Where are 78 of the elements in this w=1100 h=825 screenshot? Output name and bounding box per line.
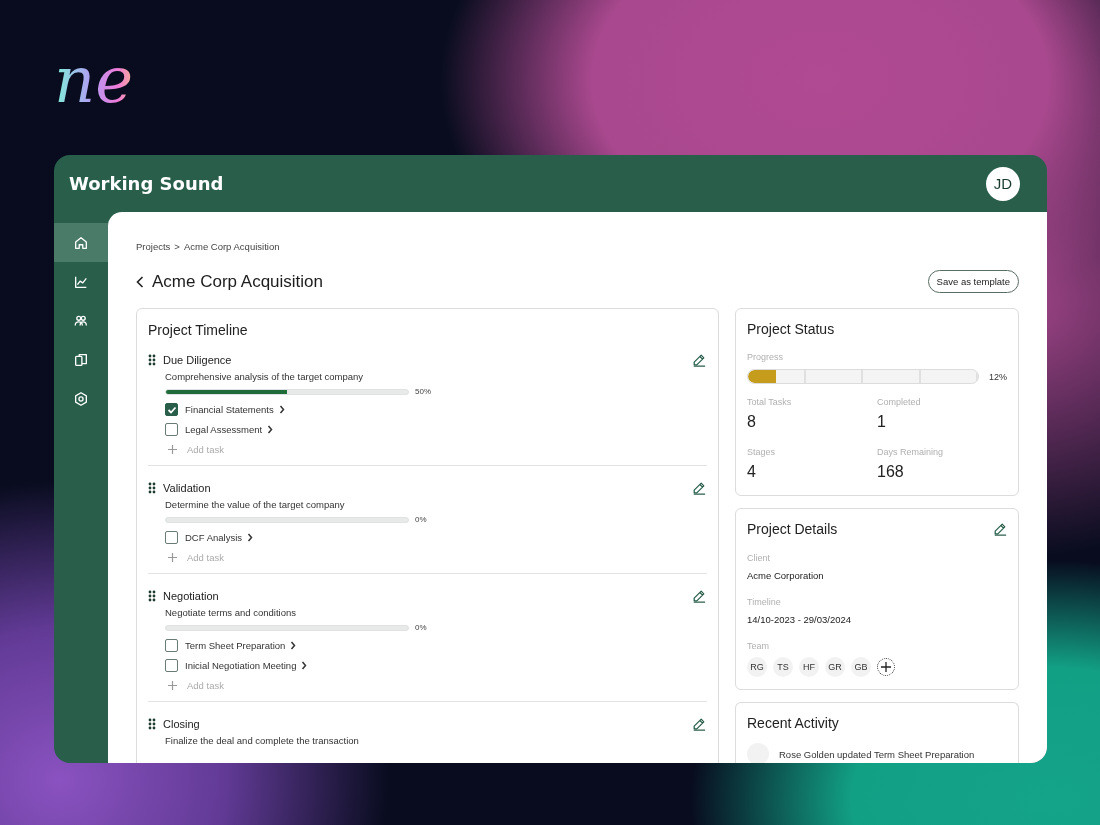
plus-icon bbox=[881, 662, 891, 672]
plus-icon bbox=[168, 681, 177, 690]
team-member-avatar[interactable]: GR bbox=[825, 657, 845, 677]
edit-icon[interactable] bbox=[993, 522, 1007, 536]
team-member-avatar[interactable]: RG bbox=[747, 657, 767, 677]
field-label: Timeline bbox=[747, 597, 782, 607]
stage-description: Negotiate terms and conditions bbox=[165, 607, 297, 618]
breadcrumb-separator: > bbox=[174, 241, 180, 252]
task-checkbox[interactable] bbox=[165, 403, 178, 416]
stat-label: Completed bbox=[877, 397, 922, 407]
task-label[interactable]: Term Sheet Preparation bbox=[185, 640, 286, 651]
stat-value: 4 bbox=[747, 463, 757, 481]
sidebar-item[interactable] bbox=[54, 223, 108, 262]
stat-value: 168 bbox=[877, 463, 905, 481]
field-label: Team bbox=[747, 641, 770, 651]
stage-description: Finalize the deal and complete the transaction bbox=[165, 735, 360, 746]
task-label[interactable]: DCF Analysis bbox=[185, 532, 242, 543]
progress-percent: 50% bbox=[415, 387, 431, 396]
drag-handle-icon[interactable] bbox=[148, 482, 156, 494]
stat-value: 8 bbox=[747, 413, 757, 431]
drag-handle-icon[interactable] bbox=[148, 354, 156, 366]
drag-handle-icon[interactable] bbox=[148, 718, 156, 730]
card-title: Project Status bbox=[747, 321, 836, 337]
task-checkbox[interactable] bbox=[165, 423, 178, 436]
card-title: Project Timeline bbox=[148, 322, 249, 338]
drag-handle-icon[interactable] bbox=[148, 590, 156, 602]
card-title: Project Details bbox=[747, 521, 838, 537]
documents-icon bbox=[73, 351, 89, 368]
stat-label: Total Tasks bbox=[747, 397, 793, 407]
breadcrumb-link[interactable]: Projects bbox=[136, 241, 171, 252]
progress-percent: 12% bbox=[989, 371, 1007, 382]
stat-value: 1 bbox=[877, 413, 887, 431]
task-label[interactable]: Inicial Negotiation Meeting bbox=[185, 660, 297, 671]
edit-icon[interactable] bbox=[692, 589, 706, 603]
plus-icon bbox=[168, 553, 177, 562]
task-label[interactable]: Financial Statements bbox=[185, 404, 274, 415]
save-template-button[interactable]: Save as template bbox=[927, 270, 1019, 293]
stage-name: Validation bbox=[163, 482, 211, 494]
field-value: 14/10-2023 - 29/03/2024 bbox=[747, 614, 853, 625]
team-member-avatar[interactable]: TS bbox=[773, 657, 793, 677]
progress-percent: 0% bbox=[415, 623, 427, 632]
user-avatar-icon bbox=[747, 743, 769, 763]
card-title: Recent Activity bbox=[747, 715, 840, 731]
stat-label: Days Remaining bbox=[877, 447, 945, 457]
edit-icon[interactable] bbox=[692, 353, 706, 367]
user-avatar[interactable]: JD bbox=[986, 166, 1020, 201]
task-checkbox[interactable] bbox=[165, 531, 178, 544]
plus-icon bbox=[168, 445, 177, 454]
settings-icon bbox=[73, 390, 89, 407]
field-value: Acme Corporation bbox=[747, 570, 825, 581]
task-checkbox[interactable] bbox=[165, 639, 178, 652]
task-label[interactable]: Legal Assessment bbox=[185, 424, 263, 435]
task-checkbox[interactable] bbox=[165, 659, 178, 672]
stage-name: Closing bbox=[163, 718, 200, 730]
home-icon bbox=[73, 234, 89, 251]
team-member-avatar[interactable]: GB bbox=[851, 657, 871, 677]
chevron-right-icon bbox=[247, 533, 253, 542]
stat-label: Stages bbox=[747, 447, 777, 457]
stage-name: Due Diligence bbox=[163, 354, 232, 366]
chevron-right-icon bbox=[278, 405, 285, 414]
add-member-button[interactable] bbox=[877, 658, 895, 676]
page-title: Acme Corp Acquisition bbox=[152, 271, 324, 292]
activity-text: Rose Golden updated Term Sheet Preparation bbox=[779, 748, 975, 760]
stage-name: Negotiation bbox=[163, 590, 219, 602]
edit-icon[interactable] bbox=[692, 717, 706, 731]
team-member-avatar[interactable]: HF bbox=[799, 657, 819, 677]
field-label: Client bbox=[747, 553, 771, 563]
chevron-right-icon bbox=[301, 661, 308, 670]
chevron-right-icon bbox=[290, 641, 297, 650]
stage-description: Comprehensive analysis of the target company bbox=[165, 371, 365, 382]
edit-icon[interactable] bbox=[692, 481, 706, 495]
breadcrumb-current: Acme Corp Acquisition bbox=[183, 241, 280, 252]
app-title: Working Sound bbox=[69, 173, 224, 194]
back-icon[interactable] bbox=[136, 275, 144, 288]
progress-percent: 0% bbox=[415, 515, 427, 524]
chevron-right-icon bbox=[267, 425, 274, 434]
progress-label: Progress bbox=[747, 352, 784, 362]
stage-description: Determine the value of the target company bbox=[165, 499, 346, 510]
